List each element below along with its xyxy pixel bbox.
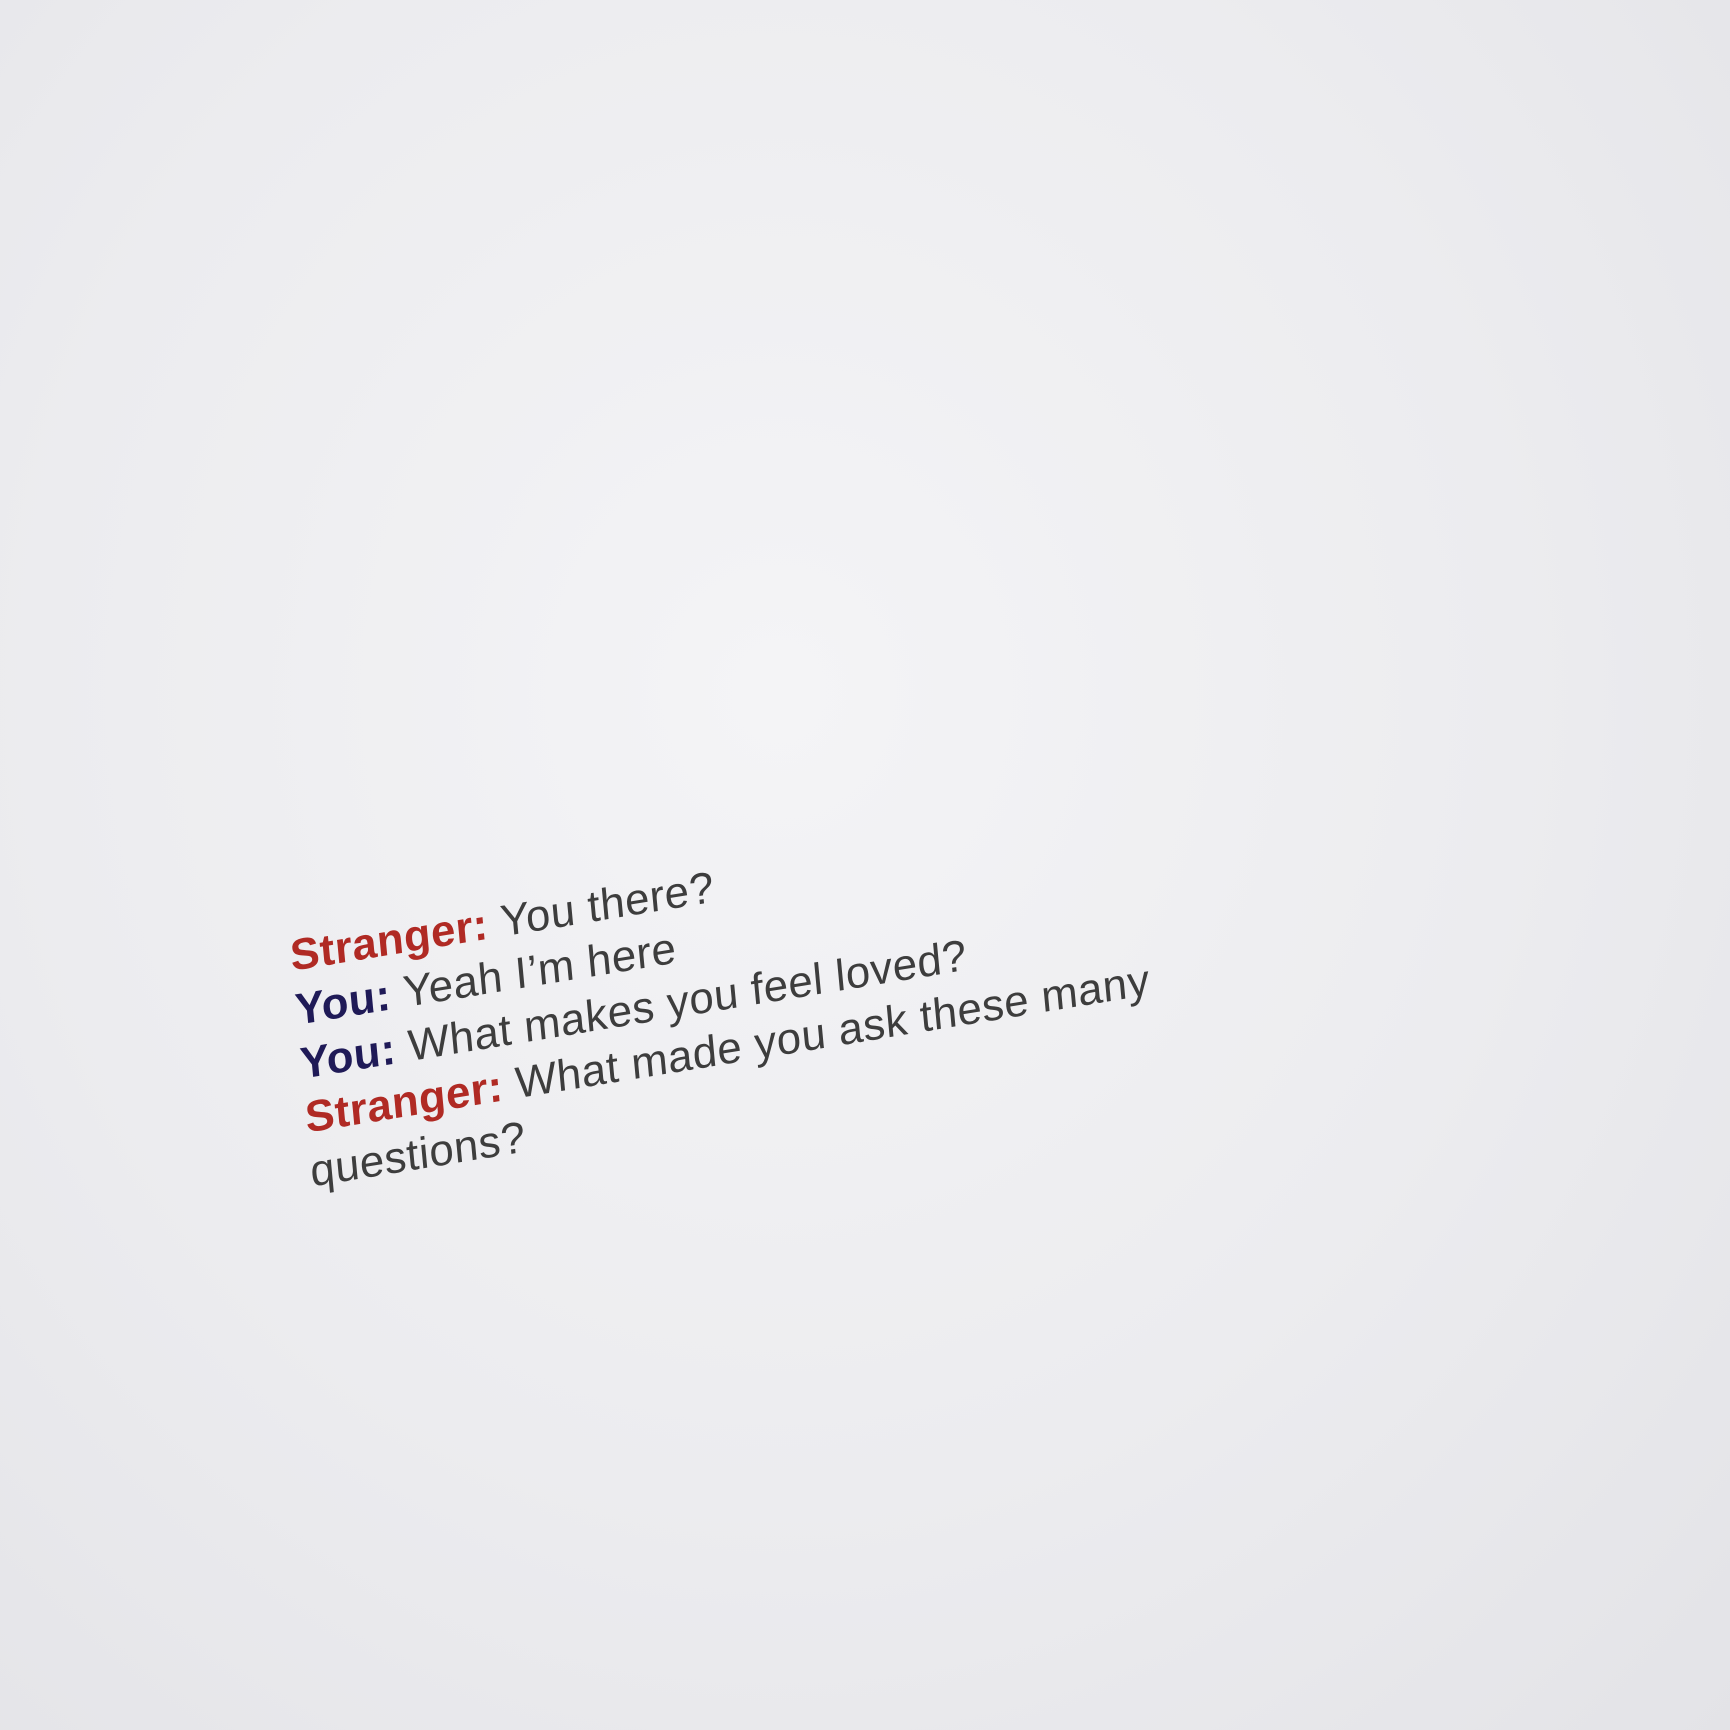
chat-log: Stranger: You there? You: Yeah I’m here … bbox=[288, 759, 1359, 1200]
paper-background: Stranger: You there? You: Yeah I’m here … bbox=[0, 0, 1730, 1730]
